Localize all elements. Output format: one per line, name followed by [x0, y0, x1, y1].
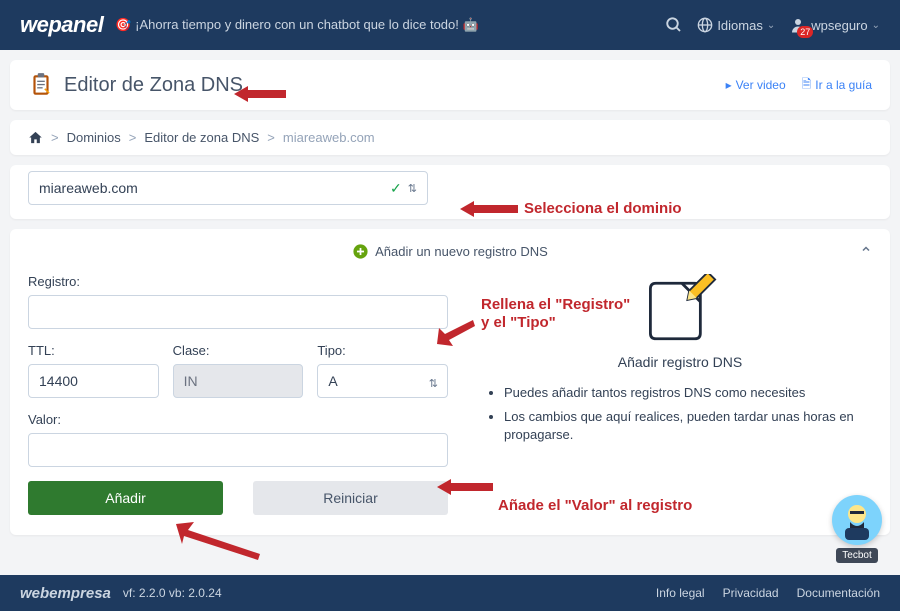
- chevron-down-icon: ⌄: [872, 20, 880, 31]
- logo[interactable]: wepanel: [20, 12, 103, 38]
- video-link[interactable]: ▸ Ver video: [726, 75, 786, 96]
- clipboard-icon: [28, 72, 54, 98]
- plus-circle-icon: [352, 243, 369, 260]
- footer-logo[interactable]: webempresa: [20, 585, 111, 602]
- top-nav: wepanel 🎯 ¡Ahorra tiempo y dinero con un…: [0, 0, 900, 50]
- notif-badge: 27: [797, 26, 813, 38]
- registro-label: Registro:: [28, 274, 448, 289]
- domain-select[interactable]: miareaweb.com ✓ ⇅: [28, 171, 428, 205]
- breadcrumb-dominios[interactable]: Dominios: [67, 130, 121, 145]
- play-icon: ▸: [726, 78, 732, 92]
- language-label: Idiomas: [717, 18, 763, 33]
- section-title: Añadir un nuevo registro DNS: [375, 244, 548, 259]
- clase-label: Clase:: [173, 343, 304, 358]
- tecbot-avatar-icon: [832, 495, 882, 545]
- help-bullet: Los cambios que aquí realices, pueden ta…: [504, 408, 872, 444]
- footer-link-info-legal[interactable]: Info legal: [656, 586, 705, 600]
- footer: webempresa vf: 2.2.0 vb: 2.0.24 Info leg…: [0, 575, 900, 611]
- pencil-note-icon: [643, 274, 717, 348]
- user-dropdown[interactable]: 27 wpseguro ⌄: [789, 16, 880, 34]
- domain-select-value: miareaweb.com: [39, 180, 138, 196]
- reset-button[interactable]: Reiniciar: [253, 481, 448, 515]
- footer-version: vf: 2.2.0 vb: 2.0.24: [123, 586, 222, 600]
- tipo-label: Tipo:: [317, 343, 448, 358]
- valor-label: Valor:: [28, 412, 448, 427]
- page-title-card: Editor de Zona DNS ▸ Ver video 🗎 Ir a la…: [10, 60, 890, 110]
- valor-input[interactable]: [28, 433, 448, 467]
- footer-link-privacidad[interactable]: Privacidad: [723, 586, 779, 600]
- tecbot-label: Tecbot: [836, 548, 877, 563]
- help-list: Puedes añadir tantos registros DNS como …: [488, 384, 872, 445]
- promo-text: 🎯 ¡Ahorra tiempo y dinero con un chatbot…: [115, 17, 478, 33]
- ttl-input[interactable]: [28, 364, 159, 398]
- page-title: Editor de Zona DNS: [64, 74, 243, 97]
- add-record-card: Añadir un nuevo registro DNS Registro: T…: [10, 229, 890, 535]
- user-label: wpseguro: [811, 18, 867, 33]
- guide-link[interactable]: 🗎 Ir a la guía: [802, 75, 872, 96]
- tecbot-widget[interactable]: Tecbot: [832, 495, 882, 563]
- breadcrumb-editor[interactable]: Editor de zona DNS: [144, 130, 259, 145]
- breadcrumb-current: miareaweb.com: [283, 130, 375, 145]
- check-icon: ✓: [390, 180, 402, 197]
- breadcrumb: > Dominios > Editor de zona DNS > miarea…: [10, 120, 890, 155]
- updown-icon: ⇅: [408, 182, 417, 195]
- ttl-label: TTL:: [28, 343, 159, 358]
- help-bullet: Puedes añadir tantos registros DNS como …: [504, 384, 872, 402]
- domain-select-card: miareaweb.com ✓ ⇅: [10, 165, 890, 219]
- add-button[interactable]: Añadir: [28, 481, 223, 515]
- clase-input: [173, 364, 304, 398]
- registro-input[interactable]: [28, 295, 448, 329]
- search-icon[interactable]: [665, 16, 683, 34]
- tipo-select[interactable]: [317, 364, 448, 398]
- footer-link-documentacion[interactable]: Documentación: [797, 586, 880, 600]
- help-caption: Añadir registro DNS: [488, 354, 872, 370]
- home-icon[interactable]: [28, 130, 43, 145]
- collapse-toggle[interactable]: [860, 243, 872, 255]
- globe-icon: [697, 17, 713, 33]
- language-dropdown[interactable]: Idiomas ⌄: [697, 17, 775, 33]
- doc-icon: 🗎: [802, 75, 812, 96]
- chevron-down-icon: ⌄: [767, 20, 775, 31]
